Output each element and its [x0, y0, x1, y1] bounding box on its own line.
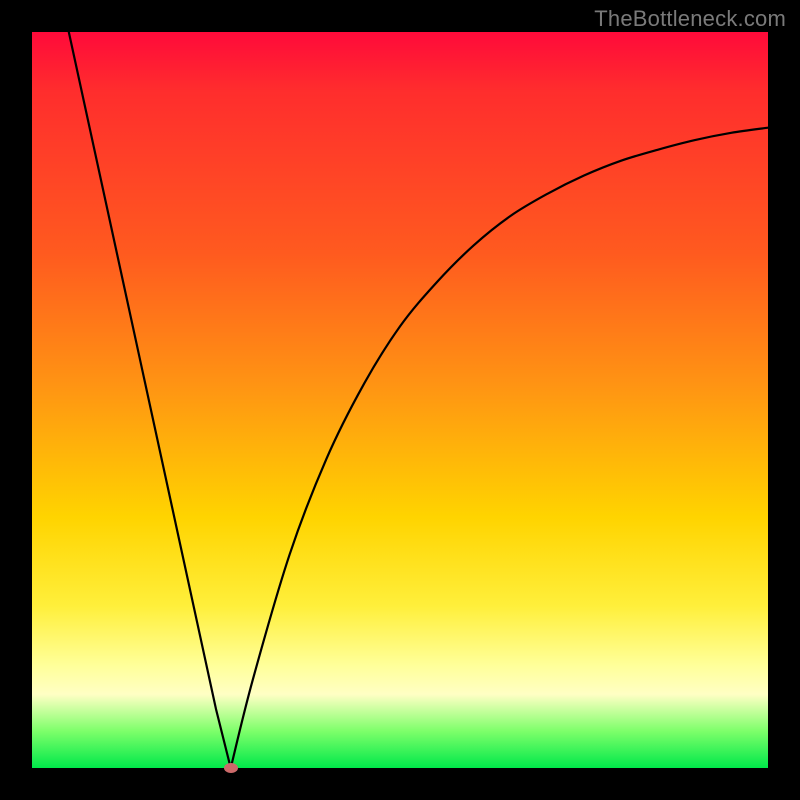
- bottleneck-curve: [32, 32, 768, 768]
- watermark-text: TheBottleneck.com: [594, 6, 786, 32]
- chart-frame: TheBottleneck.com: [0, 0, 800, 800]
- curve-right-branch: [231, 128, 768, 768]
- plot-area: [32, 32, 768, 768]
- curve-left-branch: [69, 32, 231, 768]
- minimum-marker: [224, 763, 238, 773]
